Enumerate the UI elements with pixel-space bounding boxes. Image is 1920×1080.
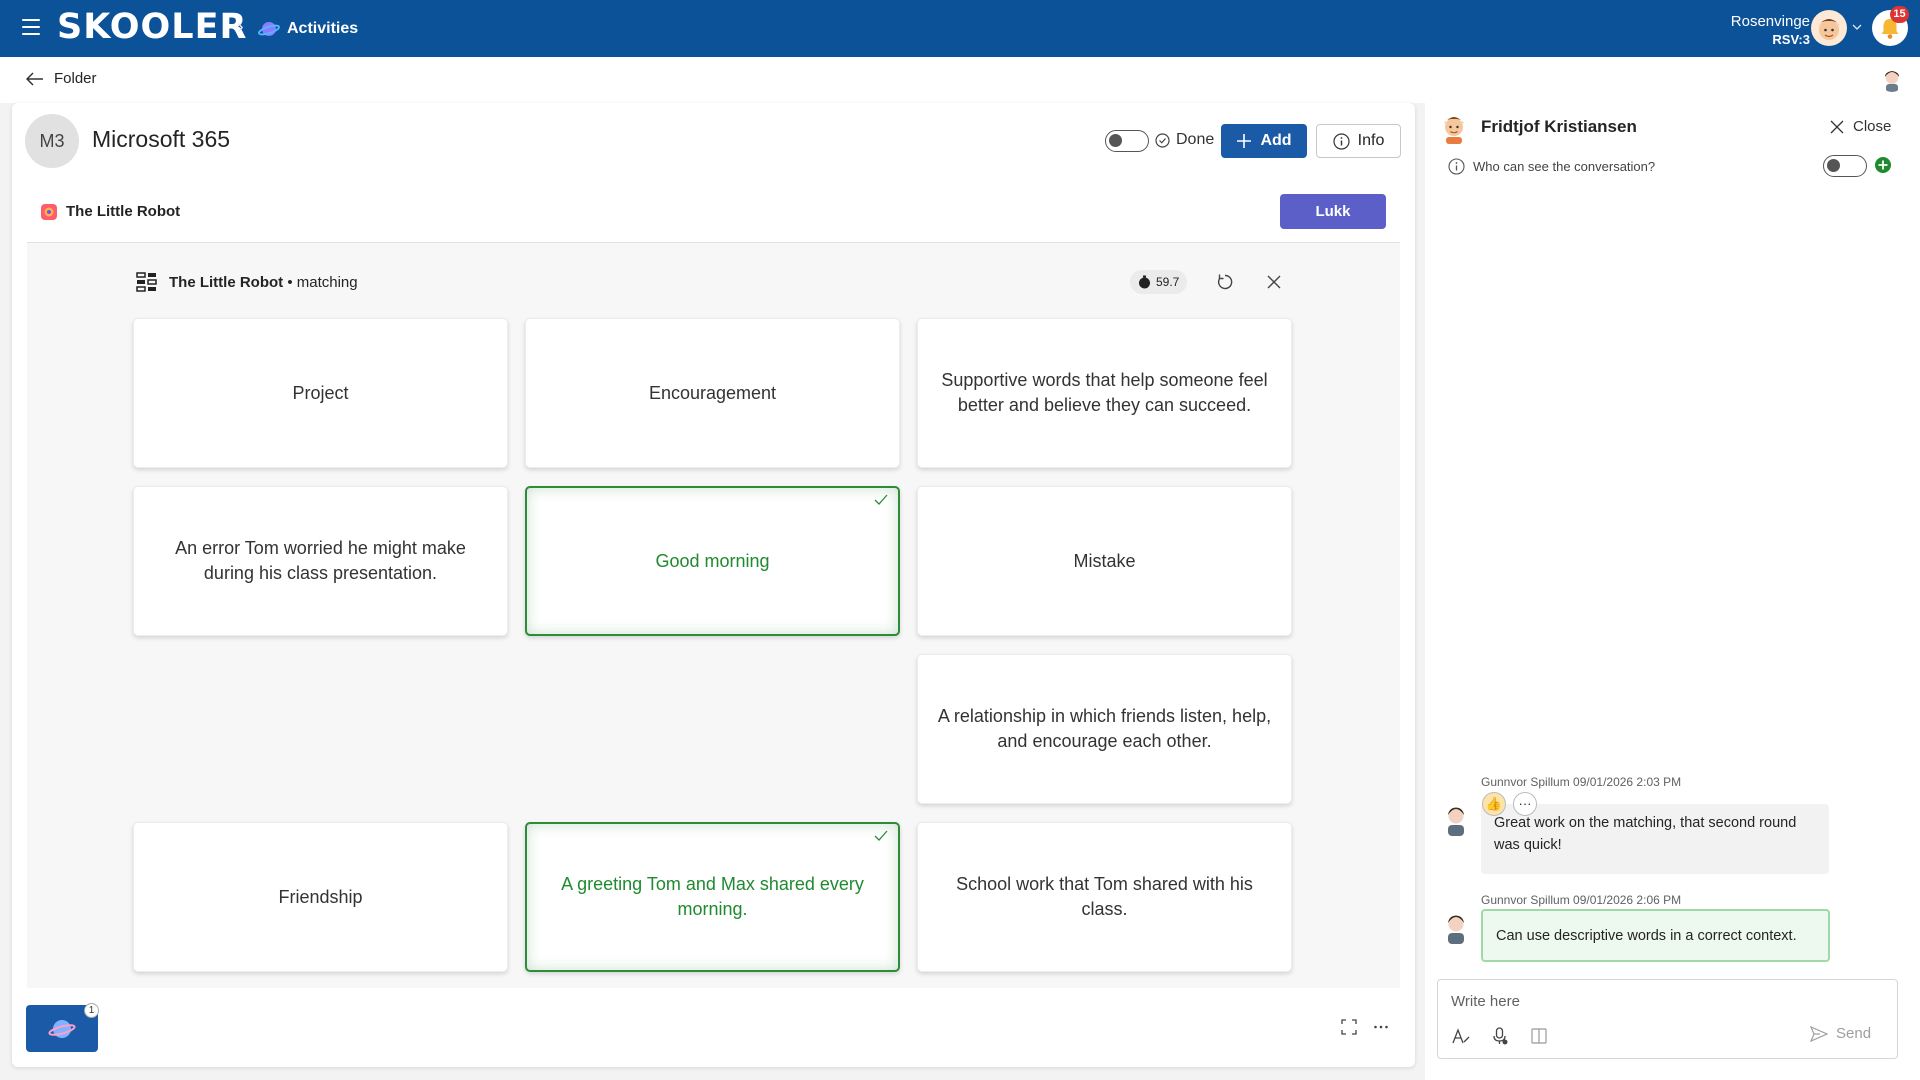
fullscreen-icon[interactable] <box>1341 1019 1357 1035</box>
card-text: Supportive words that help someone feel … <box>941 370 1268 415</box>
send-label: Send <box>1836 1025 1872 1042</box>
info-icon <box>1333 132 1350 150</box>
info-button[interactable]: Info <box>1316 124 1401 158</box>
card-text: Project <box>292 382 349 403</box>
thumbnail-count-badge: 1 <box>84 1003 99 1018</box>
sub-header <box>0 57 1920 103</box>
send-icon <box>1810 1025 1828 1042</box>
timer-value: 59.7 <box>1156 275 1180 289</box>
more-reactions-icon[interactable]: ··· <box>1513 792 1537 816</box>
user-name: Rosenvinge <box>1730 13 1810 30</box>
card-text: Mistake <box>1073 550 1136 571</box>
match-card[interactable]: Encouragement <box>525 318 900 468</box>
visibility-question: Who can see the conversation? <box>1473 159 1656 174</box>
user-info[interactable]: Rosenvinge RSV:3 <box>1731 13 1810 49</box>
card-text: Encouragement <box>648 382 777 403</box>
visibility-info[interactable]: Who can see the conversation? <box>1448 158 1655 175</box>
activity-title: The Little Robot <box>66 203 181 220</box>
match-card[interactable]: A relationship in which friends listen, … <box>917 654 1292 804</box>
match-card-matched[interactable]: A greeting Tom and Max shared every morn… <box>525 822 900 972</box>
add-participant-icon[interactable] <box>1874 156 1892 174</box>
done-toggle[interactable] <box>1105 130 1149 152</box>
notification-badge: 15 <box>1890 6 1909 23</box>
avatar[interactable] <box>1811 10 1847 46</box>
match-card-matched[interactable]: Good morning <box>525 486 900 636</box>
match-card[interactable]: School work that Tom shared with his cla… <box>917 822 1292 972</box>
match-card[interactable]: An error Tom worried he might make durin… <box>133 486 508 636</box>
menu-icon[interactable] <box>22 19 40 37</box>
info-icon <box>1448 158 1465 175</box>
message-input[interactable] <box>1451 989 1871 1013</box>
attach-file-icon[interactable] <box>1529 1026 1549 1046</box>
chevron-down-icon[interactable] <box>1852 22 1862 32</box>
chevron-right-icon: › <box>237 16 244 38</box>
message-text: Great work on the matching, that second … <box>1494 815 1797 853</box>
message-meta: Gunnvor Spillum 09/01/2026 2:03 PM <box>1481 775 1682 789</box>
game-title: The Little Robot • matching <box>169 274 358 291</box>
activities-icon <box>258 22 280 36</box>
match-card[interactable]: Mistake <box>917 486 1292 636</box>
game-title-type: • matching <box>283 274 358 291</box>
avatar <box>1448 915 1464 944</box>
matching-game-icon <box>136 272 157 292</box>
chat-contact-name: Fridtjof Kristiansen <box>1481 117 1637 136</box>
done-label: Done <box>1176 131 1215 148</box>
done-label-wrap: Done <box>1155 131 1214 149</box>
send-button[interactable]: Send <box>1810 1025 1871 1042</box>
breadcrumb-activities[interactable]: Activities <box>287 20 358 38</box>
page-title: Microsoft 365 <box>92 126 231 152</box>
chat-message: Great work on the matching, that second … <box>1481 804 1829 874</box>
add-button-label: Add <box>1260 132 1292 149</box>
card-text: A relationship in which friends listen, … <box>937 706 1272 751</box>
group-avatar: M3 <box>25 114 79 168</box>
card-text: School work that Tom shared with his cla… <box>956 874 1253 919</box>
avatar <box>1444 117 1464 144</box>
add-button[interactable]: Add <box>1221 124 1307 158</box>
match-card[interactable]: Friendship <box>133 822 508 972</box>
info-button-label: Info <box>1357 132 1385 149</box>
card-text: A greeting Tom and Max shared every morn… <box>561 874 864 919</box>
avatar <box>1448 807 1464 836</box>
game-title-name: The Little Robot <box>169 274 284 291</box>
avatar[interactable] <box>1878 64 1906 92</box>
lukk-button[interactable]: Lukk <box>1280 194 1386 229</box>
arrow-left-icon <box>26 71 43 86</box>
goal-message: Can use descriptive words in a correct c… <box>1481 909 1830 962</box>
user-class: RSV:3 <box>1772 32 1810 47</box>
close-icon[interactable] <box>1266 274 1282 290</box>
checkmark-icon <box>874 494 888 505</box>
restart-icon[interactable] <box>1216 273 1234 291</box>
message-meta: Gunnvor Spillum 09/01/2026 2:06 PM <box>1481 893 1682 907</box>
card-text: Good morning <box>655 550 770 571</box>
back-label: Folder <box>54 70 97 87</box>
timer: 59.7 <box>1130 270 1188 294</box>
back-to-folder-link[interactable]: Folder <box>26 70 97 87</box>
activity-icon <box>41 204 57 220</box>
visibility-toggle[interactable] <box>1823 155 1867 177</box>
close-chat-label: Close <box>1853 118 1892 135</box>
microphone-icon[interactable] <box>1490 1026 1510 1046</box>
card-text: An error Tom worried he might make durin… <box>175 538 466 583</box>
check-circle-icon <box>1155 132 1170 148</box>
app-logo[interactable]: SKOOLER <box>57 7 247 47</box>
match-card[interactable]: Supportive words that help someone feel … <box>917 318 1292 468</box>
stopwatch-icon <box>1139 275 1150 289</box>
format-text-icon[interactable] <box>1451 1026 1471 1046</box>
checkmark-icon <box>874 830 888 841</box>
more-options-icon[interactable] <box>1373 1019 1389 1035</box>
plus-icon <box>1237 134 1252 148</box>
activity-bar <box>27 182 1400 243</box>
message-text: Can use descriptive words in a correct c… <box>1496 927 1797 944</box>
match-card[interactable]: Project <box>133 318 508 468</box>
close-icon <box>1830 120 1844 133</box>
close-chat-button[interactable]: Close <box>1830 118 1891 135</box>
card-text: Friendship <box>278 886 363 907</box>
reaction-thumbs-up[interactable]: 👍 <box>1482 792 1506 816</box>
